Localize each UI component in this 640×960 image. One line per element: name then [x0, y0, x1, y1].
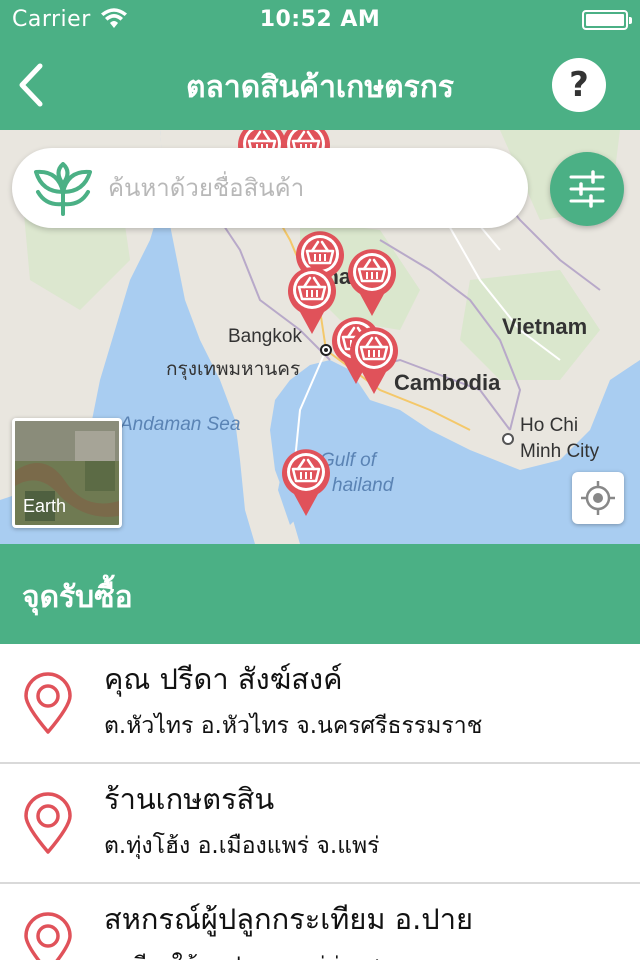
- sliders-icon: [569, 170, 605, 208]
- help-button[interactable]: ?: [552, 58, 606, 112]
- nav-bar: Carrier 10:52 AM ตลาดสินค้าเกษตรกร ?: [0, 0, 640, 130]
- screen: Carrier 10:52 AM ตลาดสินค้าเกษตรกร ? Vie…: [0, 0, 640, 960]
- list-item[interactable]: สหกรณ์ผู้ปลูกกระเทียม อ.ปาย ต.เวียงใต้ อ…: [0, 884, 640, 960]
- location-pin-icon: [22, 912, 74, 960]
- page-title: ตลาดสินค้าเกษตรกร: [186, 70, 454, 105]
- status-bar: Carrier 10:52 AM: [0, 0, 640, 40]
- map-label-vietnam: Vietnam: [502, 314, 588, 339]
- buyer-address: ต.หัวไทร อ.หัวไทร จ.นครศรีธรรมราช: [104, 713, 483, 739]
- buyer-list: คุณ ปรีดา สังฆ์สงค์ ต.หัวไทร อ.หัวไทร จ.…: [0, 644, 640, 960]
- battery-icon: [582, 10, 632, 30]
- basket-icon: [350, 327, 398, 394]
- buyer-address: ต.ทุ่งโฮ้ง อ.เมืองแพร่ จ.แพร่: [104, 833, 380, 859]
- my-location-button[interactable]: [572, 472, 624, 524]
- location-pin-icon: [22, 792, 74, 860]
- section-title: จุดรับซื้อ: [22, 580, 133, 615]
- map-label-hochiminh-line2: Minh City: [520, 441, 600, 462]
- market-pin[interactable]: [280, 448, 332, 518]
- map-label-cambodia: Cambodia: [394, 370, 501, 395]
- map-label-hochiminh-line1: Ho Chi: [520, 415, 579, 436]
- buyer-name: ร้านเกษตรสิน: [104, 782, 275, 816]
- earth-label: Earth: [23, 496, 67, 516]
- filter-button[interactable]: [550, 152, 624, 226]
- section-header: จุดรับซื้อ: [0, 544, 640, 644]
- basket-icon: [282, 449, 330, 516]
- search-input[interactable]: [108, 168, 508, 208]
- location-pin-icon: [22, 672, 74, 740]
- buyer-name: สหกรณ์ผู้ปลูกกระเทียม อ.ปาย: [104, 902, 473, 936]
- market-pin[interactable]: [348, 326, 400, 396]
- leaf-icon: [32, 162, 94, 220]
- earth-view-toggle[interactable]: Earth: [12, 418, 122, 528]
- search-bar[interactable]: [12, 148, 528, 228]
- buyer-name: คุณ ปรีดา สังฆ์สงค์: [104, 662, 343, 696]
- map-label-gulf-line2: hailand: [332, 475, 394, 496]
- buyer-address: ต.เวียงใต้ อ.ปาย จ.แม่ฮ่องสอน: [104, 948, 408, 960]
- clock: 10:52 AM: [259, 7, 381, 32]
- basket-icon: [348, 249, 396, 316]
- list-item[interactable]: คุณ ปรีดา สังฆ์สงค์ ต.หัวไทร อ.หัวไทร จ.…: [0, 644, 640, 764]
- list-item[interactable]: ร้านเกษตรสิน ต.ทุ่งโฮ้ง อ.เมืองแพร่ จ.แพ…: [0, 764, 640, 884]
- map-label-bangkok-thai: กรุงเทพมหานคร: [166, 359, 301, 380]
- crosshair-icon: [581, 481, 615, 515]
- map-label-andaman-sea: Andaman Sea: [120, 414, 241, 435]
- market-pin[interactable]: [346, 248, 398, 318]
